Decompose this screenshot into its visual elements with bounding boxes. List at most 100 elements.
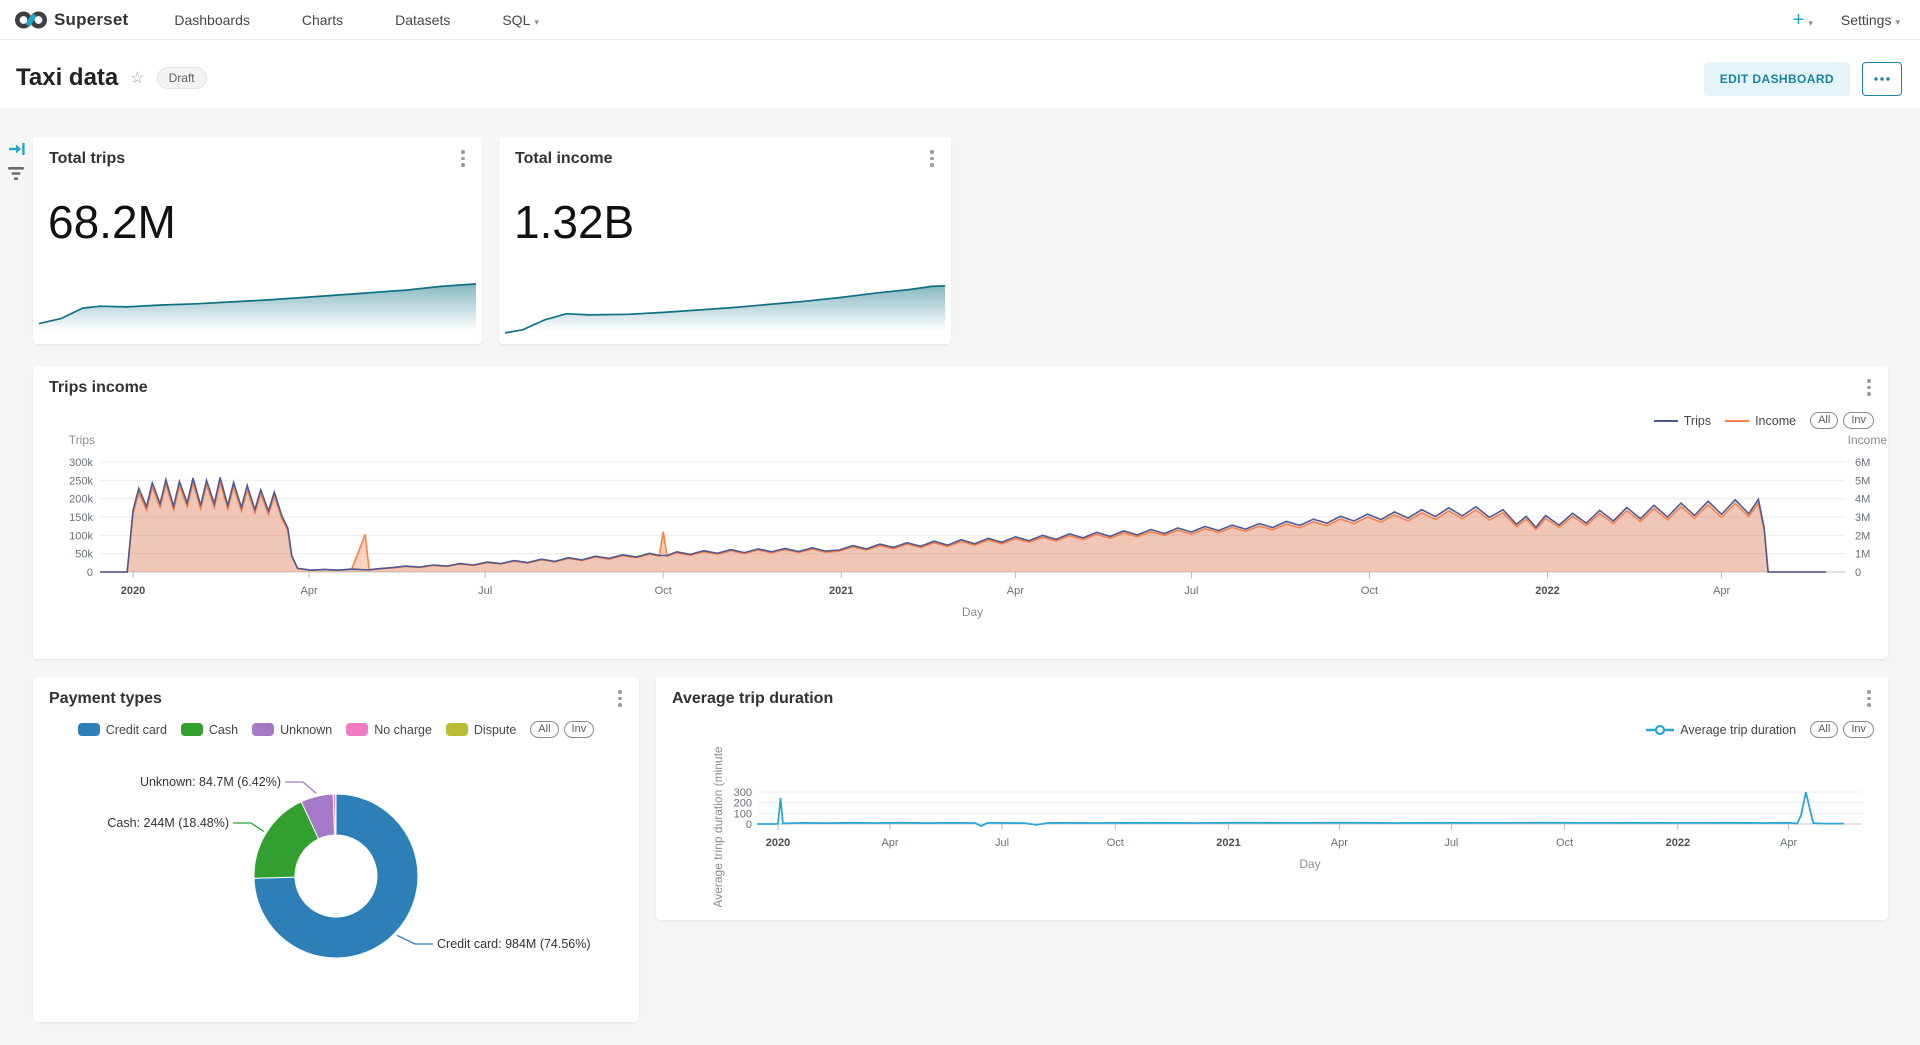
legend-label: Credit card [106,723,167,737]
sparkline-svg [39,274,476,336]
svg-text:Jul: Jul [1184,585,1198,597]
legend-chip-swatch [252,723,274,736]
svg-text:Apr: Apr [1780,837,1797,849]
nav-charts[interactable]: Charts [302,12,343,28]
svg-text:Oct: Oct [655,585,672,597]
chevron-down-icon: ▾ [1808,18,1813,28]
svg-text:2020: 2020 [121,585,145,597]
panel-avg-trip-duration: Average trip duration Average trip durat… [656,677,1888,920]
chart-kebab-menu-icon[interactable] [925,150,939,167]
chevron-down-icon: ▾ [534,17,539,27]
svg-text:3M: 3M [1855,512,1870,524]
payment-types-donut[interactable]: Credit card: 984M (74.56%) Cash: 244M (18… [33,755,639,1022]
nav-sql[interactable]: SQL▾ [502,12,539,28]
svg-text:2021: 2021 [1216,837,1240,849]
svg-text:300k: 300k [69,457,93,469]
legend-item[interactable]: Cash [181,723,238,737]
big-number-value: 68.2M [48,195,176,249]
chart-legend: Credit card Cash Unknown No charge Dispute Al… [33,721,639,738]
new-item-button[interactable]: +▾ [1793,10,1813,30]
svg-text:4M: 4M [1855,494,1870,506]
trips-income-chart[interactable]: 300k6M250k5M200k4M150k3M100k2M50k1M00Tri… [33,366,1888,659]
top-nav: Superset Dashboards Charts Datasets SQL▾… [0,0,1920,40]
svg-text:0: 0 [1855,567,1861,579]
chart-title: Total trips [49,150,125,168]
trend-sparkline [505,274,945,336]
legend-item[interactable]: No charge [346,723,432,737]
svg-text:5M: 5M [1855,475,1870,487]
expand-filter-bar-icon[interactable] [8,140,26,158]
svg-text:Income: Income [1848,433,1888,447]
legend-label: No charge [374,723,432,737]
svg-text:2M: 2M [1855,530,1870,542]
dashboard-canvas: Total trips 68.2M Total income 1.32B Tri… [0,108,1920,1045]
svg-text:Day: Day [1299,857,1320,871]
legend-chip-swatch [78,723,100,736]
legend-label: Unknown [280,723,332,737]
legend-item[interactable]: Credit card [78,723,167,737]
svg-text:2021: 2021 [829,585,853,597]
nav-right: +▾ Settings▾ [1793,10,1900,30]
big-number-value: 1.32B [514,195,634,249]
dashboard-more-button[interactable] [1862,62,1902,96]
svg-text:200k: 200k [69,494,93,506]
panel-total-income: Total income 1.32B [499,137,951,344]
legend-chip-swatch [446,723,468,736]
svg-text:250k: 250k [69,475,93,487]
legend-item[interactable]: Dispute [446,723,516,737]
svg-text:Apr: Apr [1713,585,1730,597]
chart-title: Payment types [49,690,162,708]
panel-total-trips: Total trips 68.2M [33,137,482,344]
svg-text:Oct: Oct [1556,837,1573,849]
svg-text:Apr: Apr [1331,837,1348,849]
sparkline-svg [505,274,945,336]
svg-text:Credit card: 984M (74.56%): Credit card: 984M (74.56%) [437,937,591,951]
chart-kebab-menu-icon[interactable] [613,690,627,707]
avg-duration-svg: 3002001000Average trinp duration (minute… [656,677,1888,920]
svg-text:Apr: Apr [881,837,898,849]
legend-inv-button[interactable]: Inv [564,721,595,738]
svg-text:100k: 100k [69,530,93,542]
svg-text:1M: 1M [1855,549,1870,561]
panel-trips-income: Trips income TripsIncomeAllInv 300k6M250… [33,366,1888,659]
svg-text:2022: 2022 [1666,837,1690,849]
filter-icon[interactable] [7,166,25,182]
svg-text:Unknown: 84.7M (6.42%): Unknown: 84.7M (6.42%) [140,775,281,789]
legend-chip-swatch [346,723,368,736]
donut-slice-dispute[interactable] [336,794,337,835]
nav-datasets[interactable]: Datasets [395,12,450,28]
chevron-down-icon: ▾ [1895,17,1900,27]
svg-text:Oct: Oct [1107,837,1124,849]
svg-text:Oct: Oct [1361,585,1378,597]
legend-chip-swatch [181,723,203,736]
svg-text:6M: 6M [1855,457,1870,469]
payment-types-svg: Credit card: 984M (74.56%) Cash: 244M (18… [33,755,639,1022]
svg-text:150k: 150k [69,512,93,524]
infinity-logo-icon [14,9,48,31]
legend-item[interactable]: Unknown [252,723,332,737]
nav-dashboards[interactable]: Dashboards [174,12,250,28]
svg-text:Trips: Trips [69,433,95,447]
ellipsis-icon [1874,77,1890,81]
legend-all-button[interactable]: All [530,721,558,738]
chart-title: Total income [515,150,613,168]
svg-text:2022: 2022 [1535,585,1559,597]
svg-text:Cash: 244M (18.48%): Cash: 244M (18.48%) [107,816,229,830]
nav-items: Dashboards Charts Datasets SQL▾ [174,12,539,28]
superset-logo[interactable]: Superset [14,9,128,31]
settings-menu[interactable]: Settings▾ [1841,12,1900,28]
svg-text:Jul: Jul [478,585,492,597]
chart-kebab-menu-icon[interactable] [456,150,470,167]
svg-text:Day: Day [962,605,983,619]
svg-text:0: 0 [87,567,93,579]
panel-payment-types: Payment types Credit card Cash Unknown No c… [33,677,639,1022]
trend-sparkline [39,274,476,336]
avg-trip-duration-chart[interactable]: 3002001000Average trinp duration (minute… [656,677,1888,920]
legend-label: Dispute [474,723,516,737]
legend-toggle-group: All Inv [530,721,594,738]
status-badge: Draft [157,67,207,89]
edit-dashboard-button[interactable]: EDIT DASHBOARD [1704,62,1850,96]
favorite-star-icon[interactable]: ☆ [130,68,144,88]
svg-text:Jul: Jul [995,837,1009,849]
svg-text:Apr: Apr [301,585,318,597]
